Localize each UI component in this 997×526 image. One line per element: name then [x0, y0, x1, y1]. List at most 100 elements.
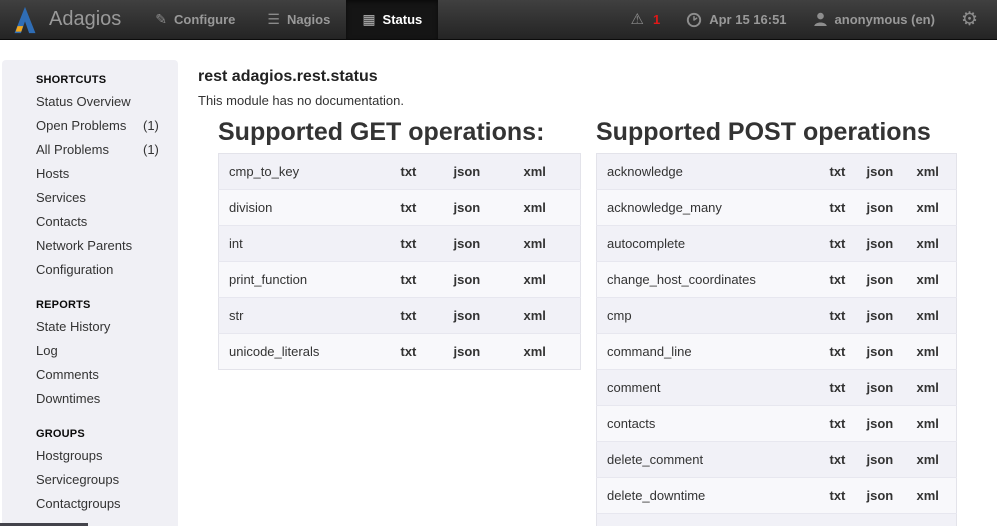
json-link[interactable]: json: [454, 272, 481, 287]
operation-name: change_host_coordinates: [597, 262, 820, 298]
sidebar-item-contactgroups[interactable]: Contactgroups: [36, 492, 178, 516]
xml-link[interactable]: xml: [917, 272, 939, 287]
nav-item-configure[interactable]: ✎ Configure: [139, 0, 251, 39]
sidebar-item-label: State History: [36, 319, 110, 334]
table-row: autocomplete txt json xml: [597, 226, 957, 262]
json-link[interactable]: json: [867, 200, 894, 215]
txt-link[interactable]: txt: [401, 344, 417, 359]
txt-link[interactable]: txt: [401, 272, 417, 287]
sidebar-item-hosts[interactable]: Hosts: [36, 162, 178, 186]
txt-link[interactable]: txt: [401, 236, 417, 251]
sidebar-item-contacts[interactable]: Contacts: [36, 210, 178, 234]
alerts-indicator[interactable]: ⚠ 1: [618, 0, 674, 39]
xml-link[interactable]: xml: [917, 488, 939, 503]
sidebar-item-log[interactable]: Log: [36, 339, 178, 363]
table-row: unicode_literals txt json xml: [219, 334, 581, 370]
xml-link[interactable]: xml: [917, 452, 939, 467]
json-link[interactable]: json: [867, 488, 894, 503]
json-link[interactable]: json: [867, 272, 894, 287]
json-link[interactable]: json: [867, 380, 894, 395]
txt-link[interactable]: txt: [830, 308, 846, 323]
txt-link[interactable]: txt: [830, 488, 846, 503]
settings-button[interactable]: ⚙: [948, 0, 991, 39]
table-row: cmp txt json xml: [597, 298, 957, 334]
nav-item-nagios[interactable]: ☰ Nagios: [251, 0, 346, 39]
nagios-icon: ☰: [267, 11, 280, 28]
xml-link[interactable]: xml: [524, 308, 546, 323]
json-link[interactable]: json: [454, 236, 481, 251]
sidebar-item-label: Open Problems: [36, 118, 126, 133]
sidebar-item-servicegroups[interactable]: Servicegroups: [36, 468, 178, 492]
table-row: command_line txt json xml: [597, 334, 957, 370]
xml-link[interactable]: xml: [917, 236, 939, 251]
xml-link[interactable]: xml: [524, 200, 546, 215]
count-badge: (1): [143, 114, 159, 138]
sidebar-item-configuration[interactable]: Configuration: [36, 258, 178, 282]
xml-link[interactable]: xml: [524, 164, 546, 179]
sidebar-item-label: Configuration: [36, 262, 113, 277]
post-operations-section: Supported POST operations acknowledge tx…: [596, 117, 957, 526]
json-link[interactable]: json: [867, 344, 894, 359]
xml-link[interactable]: xml: [917, 344, 939, 359]
txt-link[interactable]: txt: [830, 236, 846, 251]
get-operations-heading: Supported GET operations:: [218, 117, 581, 147]
datetime-indicator[interactable]: Apr 15 16:51: [673, 0, 799, 39]
txt-link[interactable]: txt: [830, 344, 846, 359]
sidebar-item-label: Network Parents: [36, 238, 132, 253]
xml-link[interactable]: xml: [917, 380, 939, 395]
table-row: delete_downtime txt json xml: [597, 478, 957, 514]
sidebar-item-state-history[interactable]: State History: [36, 315, 178, 339]
json-link[interactable]: json: [867, 164, 894, 179]
json-link[interactable]: json: [454, 164, 481, 179]
table-row: downtime txt json xml: [597, 514, 957, 526]
nav-item-status[interactable]: ▦ Status: [346, 0, 438, 39]
json-link[interactable]: json: [454, 344, 481, 359]
page-title: rest adagios.rest.status: [198, 67, 997, 86]
xml-link[interactable]: xml: [917, 164, 939, 179]
configure-icon: ✎: [155, 11, 167, 28]
brand-link[interactable]: Adagios: [0, 0, 139, 39]
xml-link[interactable]: xml: [524, 272, 546, 287]
json-link[interactable]: json: [867, 308, 894, 323]
txt-link[interactable]: txt: [830, 452, 846, 467]
warning-icon: ⚠: [631, 12, 644, 27]
table-row: division txt json xml: [219, 190, 581, 226]
json-link[interactable]: json: [454, 200, 481, 215]
sidebar-item-services[interactable]: Services: [36, 186, 178, 210]
xml-link[interactable]: xml: [917, 200, 939, 215]
json-link[interactable]: json: [867, 236, 894, 251]
table-row: int txt json xml: [219, 226, 581, 262]
sidebar-item-comments[interactable]: Comments: [36, 363, 178, 387]
txt-link[interactable]: txt: [401, 164, 417, 179]
xml-link[interactable]: xml: [524, 344, 546, 359]
top-navbar: Adagios ✎ Configure ☰ Nagios ▦ Status ⚠ …: [0, 0, 997, 40]
table-row: comment txt json xml: [597, 370, 957, 406]
xml-link[interactable]: xml: [917, 308, 939, 323]
txt-link[interactable]: txt: [401, 200, 417, 215]
txt-link[interactable]: txt: [830, 164, 846, 179]
txt-link[interactable]: txt: [401, 308, 417, 323]
sidebar-item-network-parents[interactable]: Network Parents: [36, 234, 178, 258]
sidebar-item-label: Contacts: [36, 214, 87, 229]
txt-link[interactable]: txt: [830, 200, 846, 215]
post-operations-table: acknowledge txt json xml acknowledge_man…: [596, 153, 957, 526]
sidebar-item-hostgroups[interactable]: Hostgroups: [36, 444, 178, 468]
sidebar-item-label: All Problems: [36, 142, 109, 157]
txt-link[interactable]: txt: [830, 416, 846, 431]
xml-link[interactable]: xml: [524, 236, 546, 251]
nav-item-label: Status: [383, 12, 423, 27]
sidebar-item-downtimes[interactable]: Downtimes: [36, 387, 178, 411]
json-link[interactable]: json: [454, 308, 481, 323]
sidebar-item-all-problems[interactable]: All Problems(1): [36, 138, 178, 162]
txt-link[interactable]: txt: [830, 380, 846, 395]
json-link[interactable]: json: [867, 452, 894, 467]
operation-name: contacts: [597, 406, 820, 442]
main-content: rest adagios.rest.status This module has…: [198, 60, 997, 526]
json-link[interactable]: json: [867, 416, 894, 431]
sidebar-item-open-problems[interactable]: Open Problems (1): [36, 114, 178, 138]
sidebar-item-status-overview[interactable]: Status Overview: [36, 90, 178, 114]
xml-link[interactable]: xml: [917, 416, 939, 431]
user-icon: [813, 12, 828, 27]
txt-link[interactable]: txt: [830, 272, 846, 287]
user-menu[interactable]: anonymous (en): [800, 0, 948, 39]
